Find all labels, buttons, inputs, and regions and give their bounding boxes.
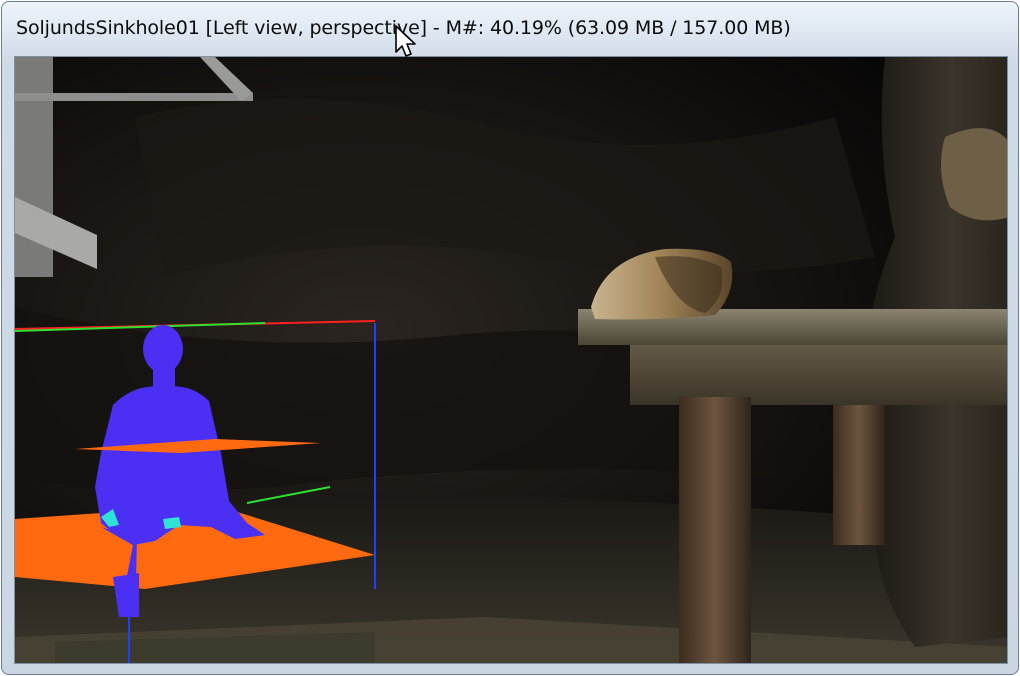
highlight-right (163, 517, 181, 529)
mouse-pointer-icon (395, 25, 416, 57)
render-viewport[interactable] (14, 56, 1008, 664)
beam-horizontal (15, 93, 253, 101)
editor-window: SoljundsSinkhole01 [Left view, perspecti… (1, 1, 1019, 675)
table-apron (630, 345, 1007, 405)
table-leg-back (833, 405, 885, 545)
table-leg-front (679, 397, 751, 663)
title-bar[interactable]: SoljundsSinkhole01 [Left view, perspecti… (2, 2, 1018, 56)
scene-render (15, 57, 1007, 663)
